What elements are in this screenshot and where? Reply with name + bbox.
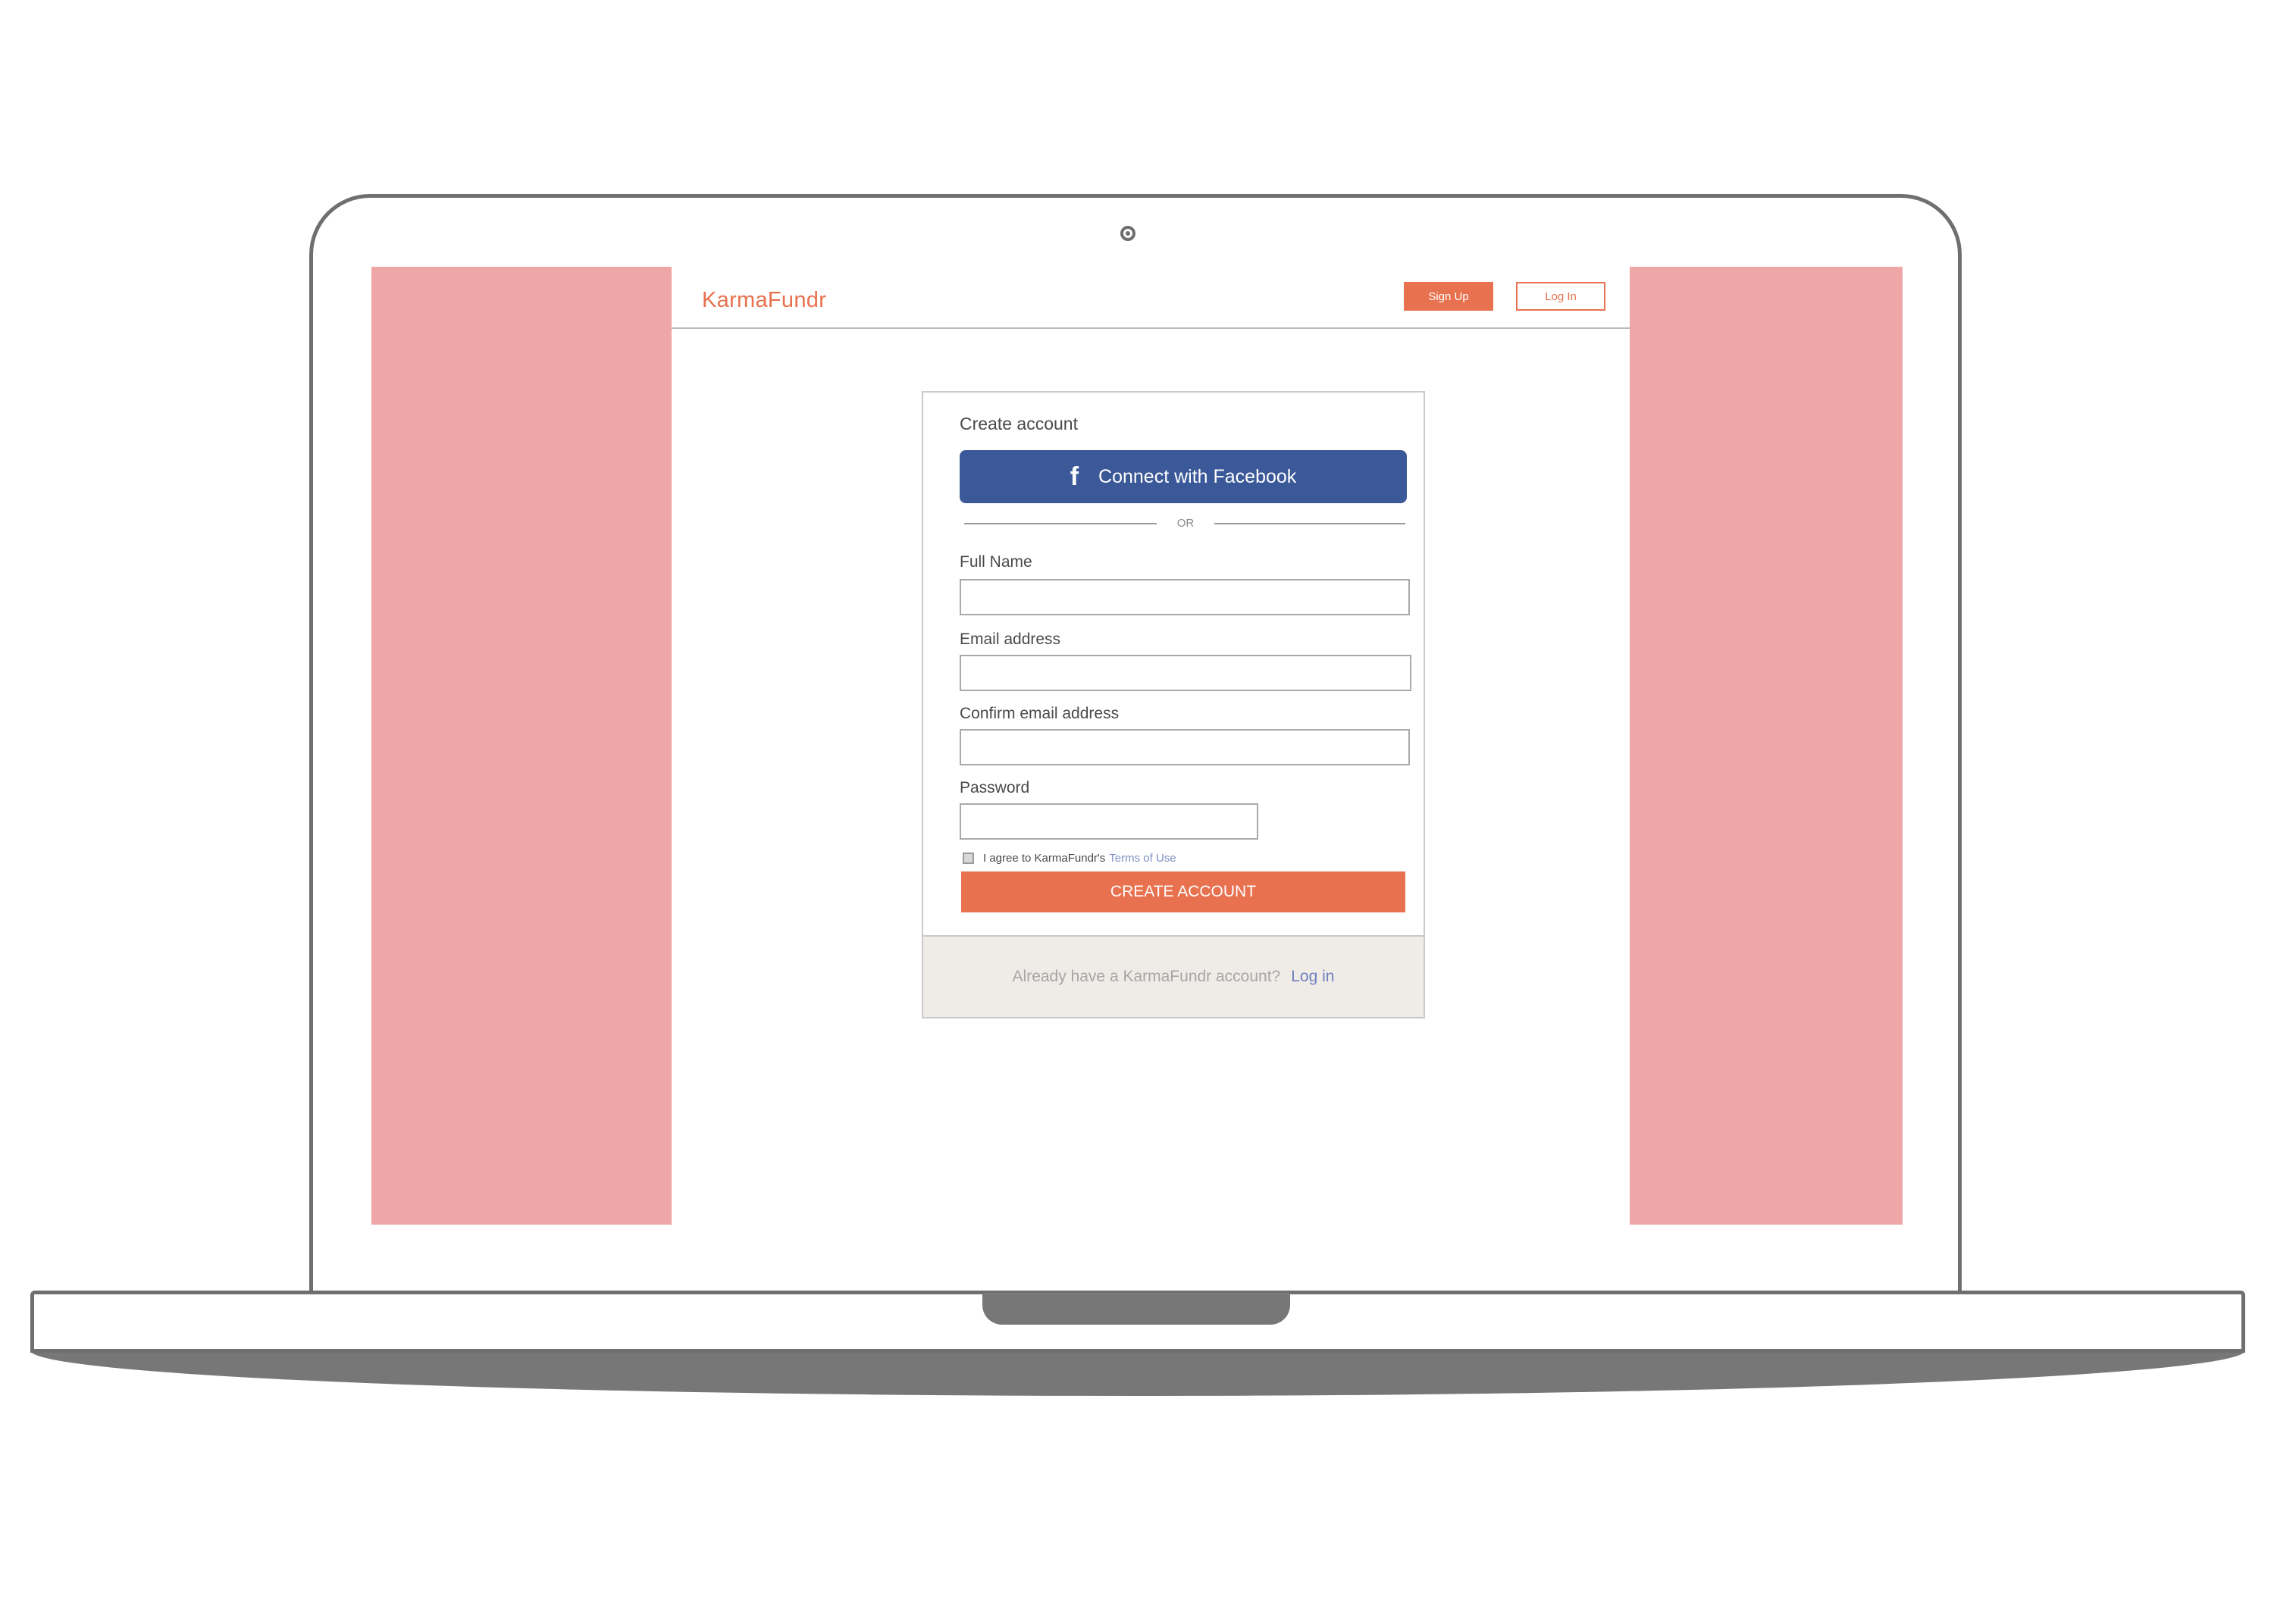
camera-icon	[1120, 226, 1135, 241]
footer-log-in-link[interactable]: Log in	[1291, 968, 1334, 986]
or-divider-label: OR	[1176, 517, 1195, 530]
web-page: KarmaFundr Sign Up Log In Create account…	[672, 267, 1630, 1225]
site-header: KarmaFundr Sign Up Log In	[672, 267, 1630, 329]
full-name-label: Full Name	[960, 553, 1032, 571]
side-panel-right	[1630, 267, 1903, 1225]
full-name-input[interactable]	[960, 579, 1410, 615]
laptop-base-bottom	[30, 1350, 2245, 1396]
connect-facebook-button[interactable]: f Connect with Facebook	[960, 450, 1407, 503]
side-panel-left	[371, 267, 672, 1225]
laptop-notch	[982, 1293, 1290, 1325]
facebook-f-icon: f	[1070, 462, 1079, 491]
terms-text: I agree to KarmaFundr's	[983, 851, 1106, 865]
divider-left	[964, 523, 1157, 524]
facebook-button-label: Connect with Facebook	[1098, 465, 1297, 487]
log-in-button[interactable]: Log In	[1516, 282, 1605, 311]
password-input[interactable]	[960, 803, 1258, 840]
terms-checkbox[interactable]	[963, 852, 974, 864]
brand-logo[interactable]: KarmaFundr	[702, 288, 826, 313]
footer-text: Already have a KarmaFundr account?	[1012, 968, 1281, 985]
divider-right	[1214, 523, 1405, 524]
card-footer: Already have a KarmaFundr account? Log i…	[923, 935, 1424, 1017]
create-account-button[interactable]: CREATE ACCOUNT	[961, 871, 1405, 912]
card-title: Create account	[960, 414, 1078, 433]
create-account-card: Create account f Connect with Facebook O…	[922, 391, 1425, 1019]
confirm-email-input[interactable]	[960, 729, 1410, 765]
terms-row: I agree to KarmaFundr's Terms of Use	[963, 850, 1176, 865]
terms-of-use-link[interactable]: Terms of Use	[1109, 852, 1176, 865]
email-label: Email address	[960, 631, 1061, 648]
sign-up-button[interactable]: Sign Up	[1404, 282, 1493, 311]
password-label: Password	[960, 779, 1030, 796]
confirm-email-label: Confirm email address	[960, 705, 1120, 722]
email-input[interactable]	[960, 655, 1411, 691]
screen: KarmaFundr Sign Up Log In Create account…	[371, 267, 1903, 1225]
